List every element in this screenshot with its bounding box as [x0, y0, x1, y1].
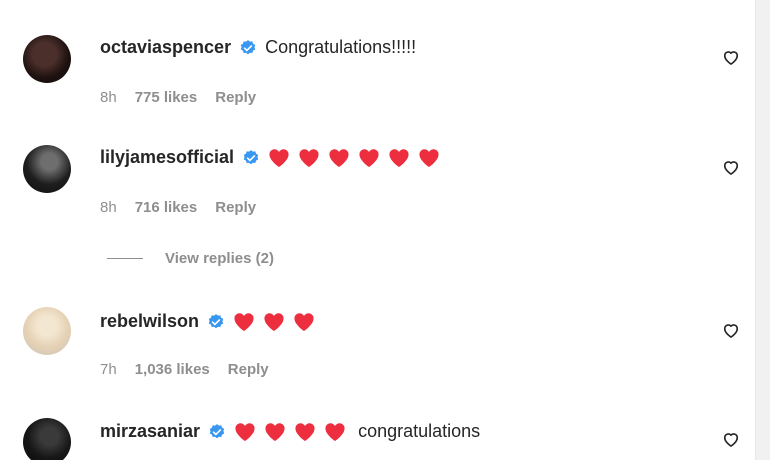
verified-badge-icon: [240, 39, 256, 54]
heart-emojis: [268, 148, 440, 168]
red-heart-icon: [265, 422, 285, 441]
likes-count[interactable]: 775 likes: [135, 89, 198, 106]
avatar[interactable]: [23, 418, 71, 460]
red-heart-icon: [389, 148, 409, 167]
verified-badge-icon: [208, 313, 224, 328]
comment-text: Congratulations!!!!!: [265, 37, 417, 57]
comment-time[interactable]: 7h: [100, 361, 117, 378]
username[interactable]: mirzasaniar: [100, 421, 200, 442]
comment-line: lilyjamesofficial: [100, 147, 452, 168]
comment-line: mirzasaniar congratulations: [100, 421, 480, 442]
comment-item: mirzasaniar congratulations: [0, 383, 756, 460]
avatar[interactable]: [23, 307, 71, 355]
red-heart-icon: [299, 148, 319, 167]
verified-badge-icon: [243, 149, 259, 164]
avatar[interactable]: [23, 35, 71, 83]
likes-count[interactable]: 716 likes: [135, 199, 198, 216]
red-heart-icon: [329, 148, 349, 167]
red-heart-icon: [234, 312, 254, 331]
red-heart-icon: [325, 422, 345, 441]
comment-time[interactable]: 8h: [100, 89, 117, 106]
heart-outline-icon[interactable]: [721, 157, 741, 177]
comment-item: octaviaspencer Congratulations!!!!! 8h 7…: [0, 0, 756, 106]
comment-time[interactable]: 8h: [100, 199, 117, 216]
reply-button[interactable]: Reply: [228, 361, 269, 378]
red-heart-icon: [294, 312, 314, 331]
scrollbar[interactable]: [755, 0, 770, 460]
verified-badge-icon: [209, 423, 225, 438]
red-heart-icon: [419, 148, 439, 167]
username[interactable]: rebelwilson: [100, 311, 199, 332]
comment-text: congratulations: [358, 421, 481, 441]
heart-outline-icon[interactable]: [721, 429, 741, 449]
red-heart-icon: [359, 148, 379, 167]
comment-item: lilyjamesofficial 8h 716 likes Reply: [0, 110, 756, 216]
heart-outline-icon[interactable]: [721, 47, 741, 67]
comment-line: rebelwilson: [100, 311, 327, 332]
username[interactable]: octaviaspencer: [100, 37, 231, 58]
view-replies-button[interactable]: View replies (2): [107, 250, 274, 267]
heart-emojis: [233, 312, 315, 332]
comment-line: octaviaspencer Congratulations!!!!!: [100, 37, 416, 58]
view-replies-label: View replies (2): [165, 250, 274, 267]
red-heart-icon: [269, 148, 289, 167]
comment-meta: 8h 716 likes Reply: [100, 199, 256, 216]
reply-button[interactable]: Reply: [215, 199, 256, 216]
comment-item: rebelwilson 7h 1,036 likes Reply: [0, 272, 756, 378]
heart-outline-icon[interactable]: [721, 320, 741, 340]
red-heart-icon: [264, 312, 284, 331]
reply-button[interactable]: Reply: [215, 89, 256, 106]
red-heart-icon: [235, 422, 255, 441]
view-replies-divider: [107, 258, 143, 259]
red-heart-icon: [295, 422, 315, 441]
heart-emojis: [234, 422, 346, 442]
avatar[interactable]: [23, 145, 71, 193]
comment-meta: 7h 1,036 likes Reply: [100, 361, 269, 378]
username[interactable]: lilyjamesofficial: [100, 147, 234, 168]
comment-meta: 8h 775 likes Reply: [100, 89, 256, 106]
likes-count[interactable]: 1,036 likes: [135, 361, 210, 378]
